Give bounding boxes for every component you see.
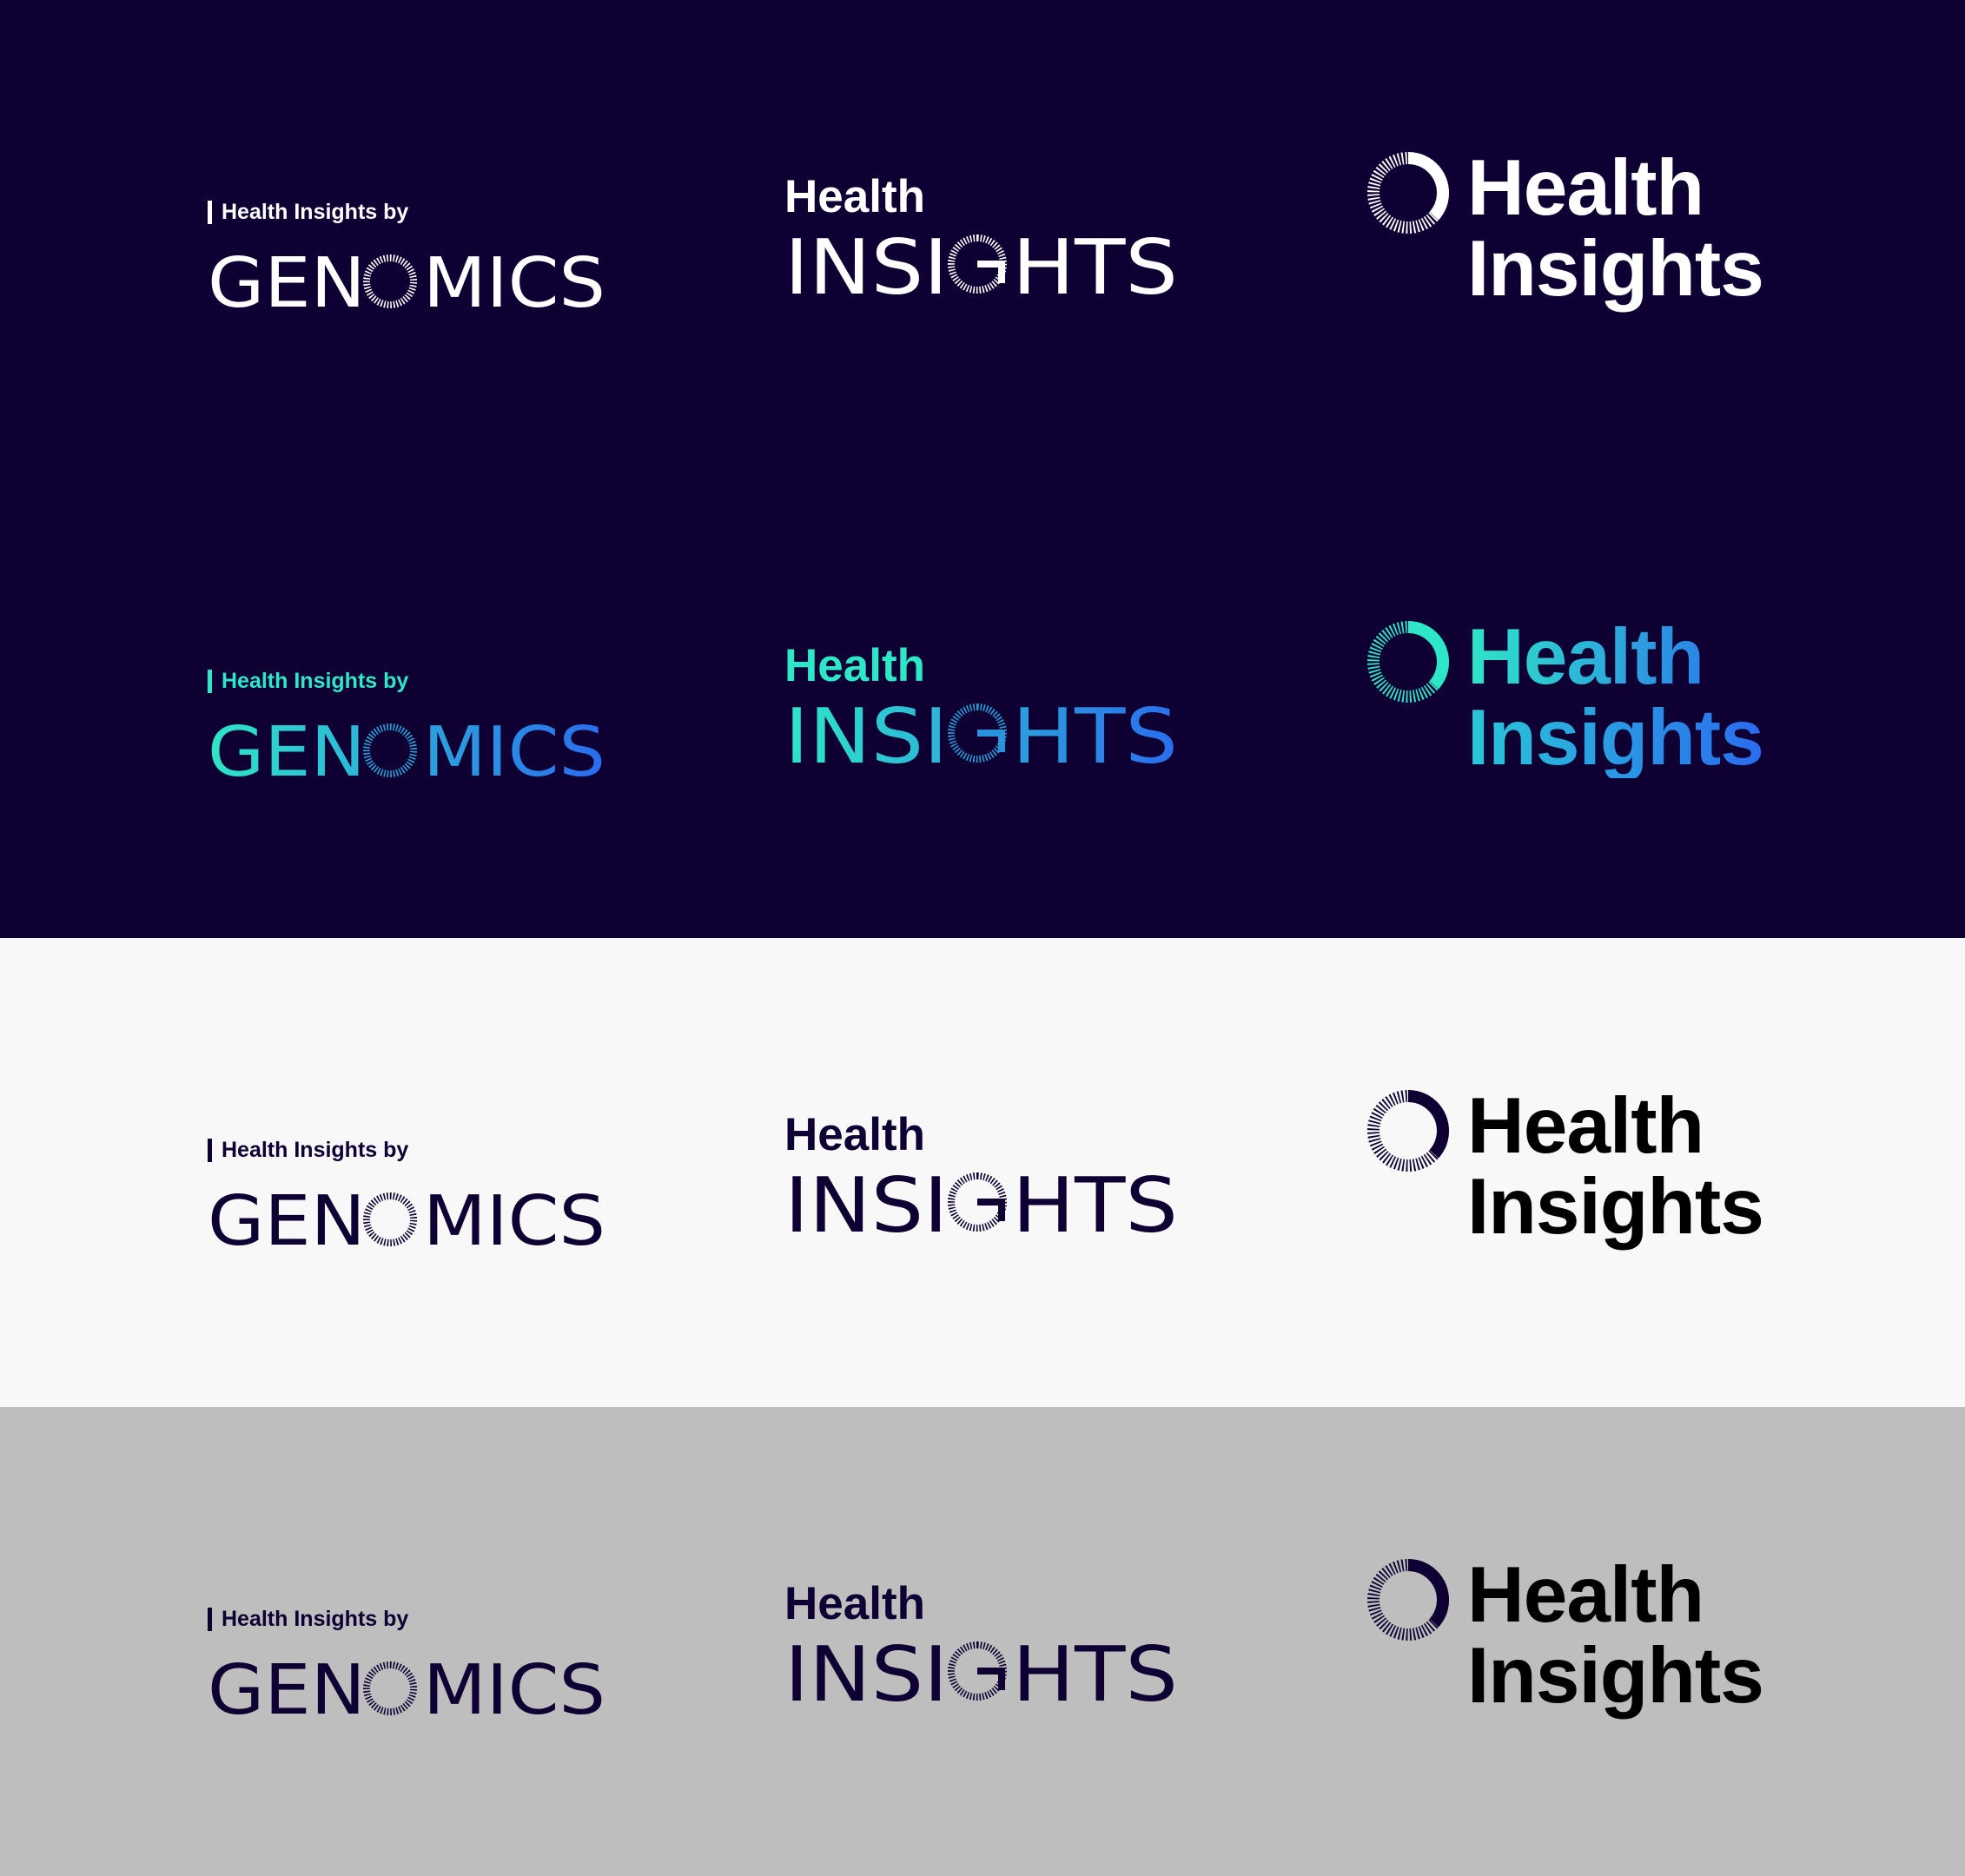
insights-wordmark: INSI GHTS — [784, 1630, 1178, 1719]
genomics-wordmark: GEN OMICS — [208, 1650, 605, 1730]
byline-bar — [208, 670, 212, 693]
svg-text:GENOMICS: GEN OMICS — [208, 243, 605, 323]
svg-text:GENOMICS: GEN OMICS — [208, 712, 605, 792]
health-insights-words: Health Insights — [1467, 1551, 1764, 1720]
health-word: Health — [1467, 1551, 1704, 1639]
byline-text: Health Insights by — [222, 669, 409, 693]
svg-text:GENOMICS: GEN OMICS — [208, 1650, 605, 1730]
genomics-wordmark: GEN OMICS — [208, 243, 605, 323]
logo-genomics-gradient: Health Insights by GEN OMICS — [208, 652, 625, 792]
byline-text: Health Insights by — [222, 1607, 409, 1631]
insights-word: Insights — [1467, 225, 1764, 313]
logo-insights-navy-on-gray: Health INSI GHTS — [784, 1578, 1193, 1719]
byline-bar — [208, 1608, 212, 1631]
health-word: Health — [784, 640, 925, 691]
spinner-ring-icon — [1367, 1090, 1449, 1172]
logo-health-insights-black: Health Insights — [1365, 1082, 1782, 1261]
logo-health-insights-black-on-gray: Health Insights — [1365, 1551, 1782, 1730]
insights-wordmark: INSI GHTS — [784, 1161, 1178, 1250]
health-word: Health — [784, 171, 925, 222]
genomics-wordmark: GEN OMICS — [208, 712, 605, 792]
navy-background-section — [0, 0, 1965, 938]
spinner-ring-icon — [1367, 621, 1449, 703]
insights-wordmark: INSI GHTS — [784, 692, 1178, 781]
insights-word: Insights — [1467, 1632, 1764, 1720]
logo-genomics-navy-on-gray: Health Insights by GEN OMICS — [208, 1590, 625, 1730]
byline-text: Health Insights by — [222, 1138, 409, 1162]
logo-health-insights-white: Health Insights — [1365, 144, 1782, 323]
spinner-ring-icon — [1367, 1559, 1449, 1641]
health-word: Health — [1467, 617, 1763, 697]
logo-insights-white: Health INSI GHTS — [784, 171, 1193, 312]
health-insights-words: Health Insights — [1467, 617, 1764, 782]
byline-bar — [208, 1139, 212, 1162]
genomics-wordmark: GEN OMICS — [208, 1181, 605, 1261]
logo-insights-navy: Health INSI GHTS — [784, 1109, 1193, 1250]
logo-genomics-white: Health Insights by GEN OMICS — [208, 183, 625, 323]
svg-text:GENOMICS: GEN OMICS — [208, 1181, 605, 1261]
health-insights-words: Health Insights — [1467, 144, 1764, 313]
health-insights-words: Health Insights — [1467, 1082, 1764, 1251]
byline-bar — [208, 201, 212, 224]
insights-word: Insights — [1467, 1163, 1764, 1251]
health-word: Health — [784, 1578, 925, 1629]
spinner-ring-icon — [1367, 152, 1449, 234]
logo-insights-gradient: Health INSI GHTS — [784, 640, 1193, 781]
byline-text: Health Insights by — [222, 200, 409, 224]
health-word: Health — [1467, 1082, 1704, 1170]
health-word: Health — [1467, 144, 1704, 232]
health-word: Health — [784, 1109, 925, 1160]
insights-word: Insights — [1467, 694, 1764, 782]
logo-genomics-navy: Health Insights by GEN OMICS — [208, 1121, 625, 1261]
logo-health-insights-gradient: Health Insights — [1365, 617, 1782, 792]
insights-wordmark: INSI GHTS — [784, 223, 1178, 312]
